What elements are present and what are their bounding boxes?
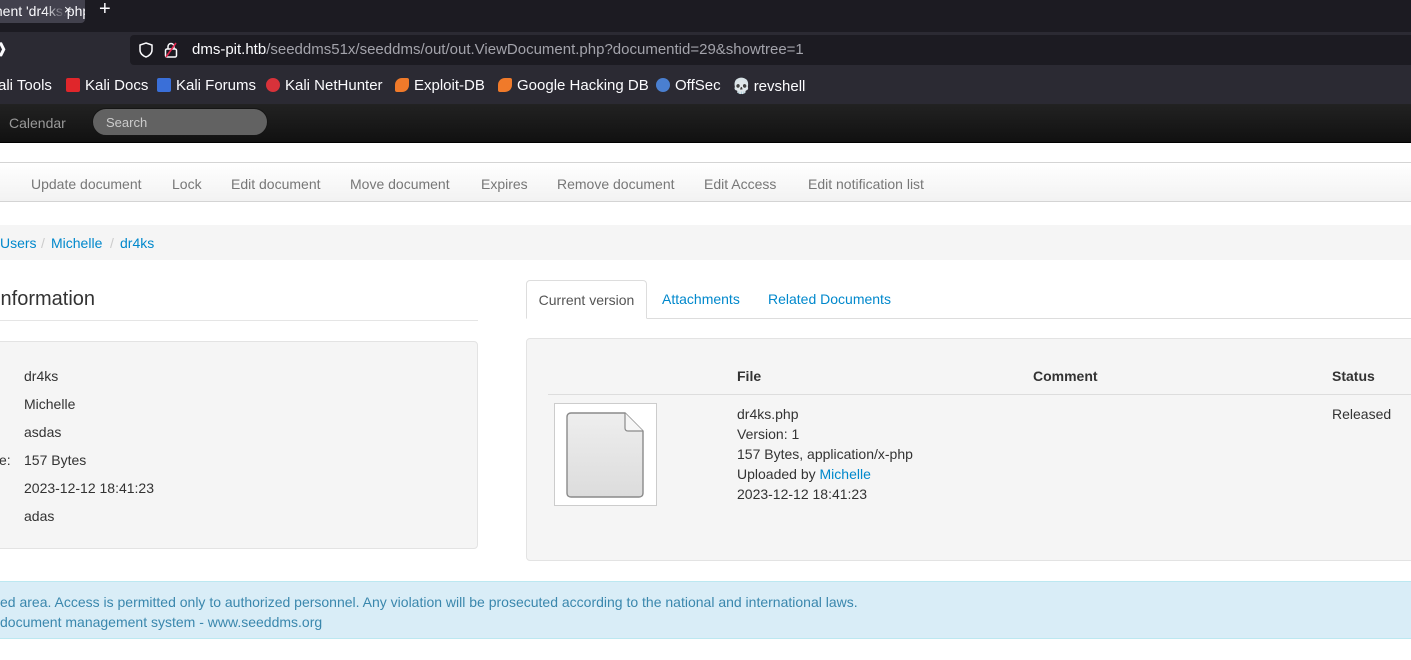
edit-document-button[interactable]: Edit document <box>231 176 321 192</box>
browser-nav-bar: ❱ dms-pit.htb/seeddms51x/seeddms/out/out… <box>0 32 1411 68</box>
shield-icon[interactable] <box>138 42 154 58</box>
bookmark-google-hacking-db[interactable]: Google Hacking DB <box>498 77 649 94</box>
bookmarks-bar: ali Tools Kali Docs Kali Forums Kali Net… <box>0 68 1411 104</box>
info-name: dr4ks <box>24 368 59 384</box>
kali-docs-icon <box>66 78 80 92</box>
offsec-icon <box>656 78 670 92</box>
tab-title: ment 'dr4ks.php' <box>0 3 85 19</box>
search-input[interactable] <box>92 108 268 136</box>
uploaded-by: Uploaded by Michelle <box>737 466 871 482</box>
info-owner-link[interactable]: Michelle <box>24 396 75 412</box>
skull-icon: 💀 <box>732 78 751 95</box>
breadcrumb-document[interactable]: dr4ks <box>120 235 154 251</box>
app-navbar: Calendar <box>0 104 1411 143</box>
remove-document-button[interactable]: Remove document <box>557 176 675 192</box>
lock-button[interactable]: Lock <box>172 176 202 192</box>
edit-notification-list-button[interactable]: Edit notification list <box>808 176 924 192</box>
bookmark-kali-forums[interactable]: Kali Forums <box>157 77 256 94</box>
new-tab-icon[interactable]: + <box>99 0 111 19</box>
kali-forums-icon <box>157 78 171 92</box>
column-header-status: Status <box>1332 368 1375 384</box>
bookmark-exploit-db[interactable]: Exploit-DB <box>395 77 485 94</box>
overflow-icon[interactable]: ❱ <box>0 40 8 57</box>
ghdb-icon <box>498 78 512 92</box>
file-size-type: 157 Bytes, application/x-php <box>737 446 913 462</box>
browser-tab[interactable]: ment 'dr4ks.php' × <box>0 0 85 23</box>
tab-close-icon[interactable]: × <box>64 0 72 20</box>
url-text[interactable]: dms-pit.htb/seeddms51x/seeddms/out/out.V… <box>192 41 804 58</box>
current-version-panel <box>526 338 1411 561</box>
info-comment: asdas <box>24 424 62 440</box>
table-divider <box>548 394 1411 395</box>
document-action-menu: Update document Lock Edit document Move … <box>0 162 1411 202</box>
nav-calendar[interactable]: Calendar <box>9 115 66 131</box>
info-keywords: adas <box>24 508 55 524</box>
bookmark-kali-nethunter[interactable]: Kali NetHunter <box>266 77 383 94</box>
lock-warning-icon[interactable] <box>164 42 178 58</box>
breadcrumb: Users / Michelle / dr4ks <box>0 225 1411 260</box>
file-thumbnail[interactable] <box>554 403 657 506</box>
tab-related-documents[interactable]: Related Documents <box>768 280 891 318</box>
footer-credit: document management system - www.seeddms… <box>0 614 323 630</box>
footer-disclaimer: ed area. Access is permitted only to aut… <box>0 594 858 610</box>
breadcrumb-michelle[interactable]: Michelle <box>51 235 102 251</box>
nethunter-icon <box>266 78 280 92</box>
column-header-file: File <box>737 368 762 384</box>
bookmark-offsec[interactable]: OffSec <box>656 77 721 94</box>
document-file-icon <box>566 412 644 498</box>
uploader-link[interactable]: Michelle <box>820 466 871 482</box>
bookmark-kali-docs[interactable]: Kali Docs <box>66 77 148 94</box>
tab-current-version[interactable]: Current version <box>526 280 647 319</box>
status-value: Released <box>1332 406 1392 422</box>
footer-notice: ed area. Access is permitted only to aut… <box>0 581 1411 639</box>
update-document-button[interactable]: Update document <box>31 176 142 192</box>
bookmark-kali-tools[interactable]: ali Tools <box>0 77 52 94</box>
document-info-panel <box>0 341 478 549</box>
info-size: 157 Bytes <box>24 452 87 468</box>
exploit-db-icon <box>395 78 409 92</box>
move-document-button[interactable]: Move document <box>350 176 450 192</box>
info-date: 2023-12-12 18:41:23 <box>24 480 154 496</box>
file-name: dr4ks.php <box>737 406 799 422</box>
info-size-label: ce: <box>0 452 11 468</box>
file-version: Version: 1 <box>737 426 800 442</box>
edit-access-button[interactable]: Edit Access <box>704 176 776 192</box>
column-header-comment: Comment <box>1033 368 1098 384</box>
browser-tab-bar: ment 'dr4ks.php' × + <box>0 0 1411 32</box>
expires-button[interactable]: Expires <box>481 176 528 192</box>
url-bar[interactable]: dms-pit.htb/seeddms51x/seeddms/out/out.V… <box>130 35 1411 65</box>
version-tabs: Current version Attachments Related Docu… <box>526 280 1411 319</box>
breadcrumb-users[interactable]: Users <box>0 235 37 251</box>
tab-attachments[interactable]: Attachments <box>662 280 740 318</box>
bookmark-revshell[interactable]: 💀 revshell <box>732 77 805 95</box>
divider <box>0 320 478 321</box>
file-date: 2023-12-12 18:41:23 <box>737 486 867 502</box>
information-heading: Information <box>0 288 96 310</box>
